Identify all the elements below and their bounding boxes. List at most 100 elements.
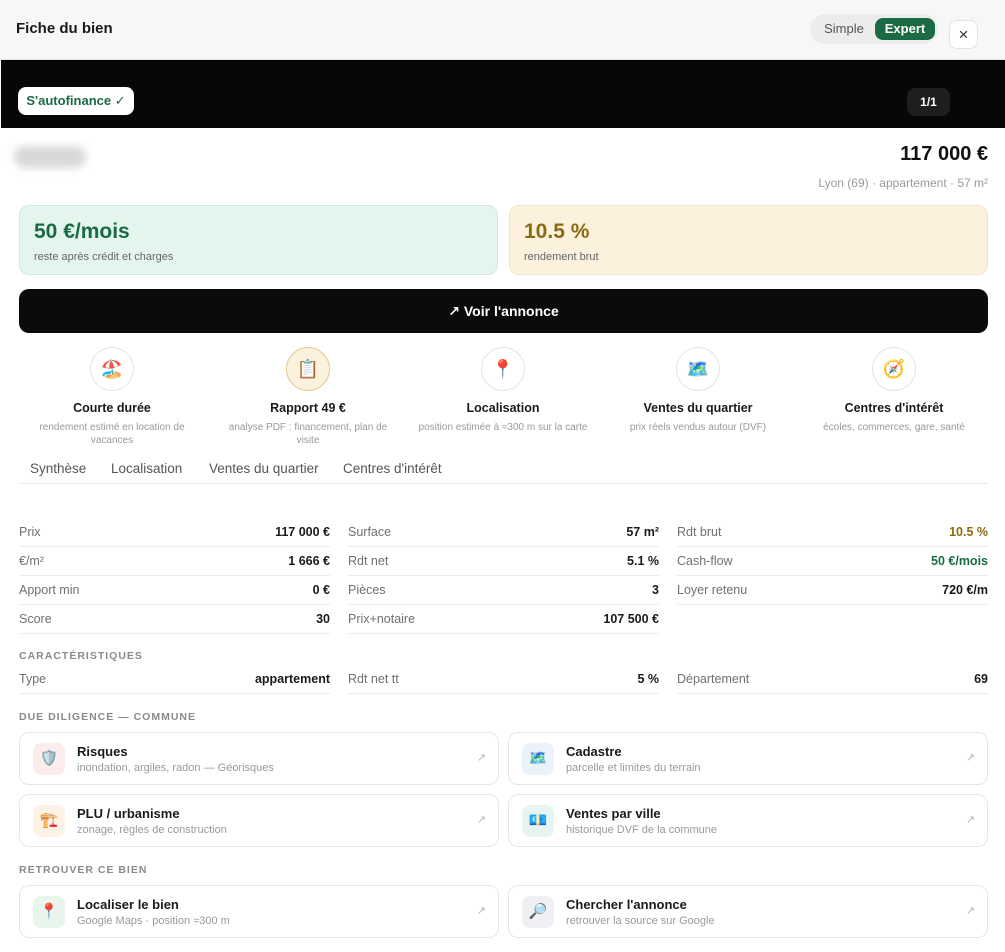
compass-icon: 🧭 xyxy=(872,347,916,391)
external-link-icon: ↗ xyxy=(965,905,975,917)
feature-desc: écoles, commerces, gare, santé xyxy=(823,422,965,433)
metric-key: Rdt net tt xyxy=(348,672,399,686)
metric-key: Type xyxy=(19,672,47,686)
metric-key: Prix+notaire xyxy=(348,612,416,626)
metric-value: 117 000 € xyxy=(275,525,330,539)
card-desc: inondation, argiles, radon — Géorisques xyxy=(77,762,274,774)
cashflow-value: 50 €/mois xyxy=(34,220,130,243)
map-icon: 🗺️ xyxy=(676,347,720,391)
metric-key: Apport min xyxy=(19,583,80,597)
metric-value: 1 666 € xyxy=(288,554,330,568)
metric-value: 0 € xyxy=(312,583,330,597)
shield-icon: 🛡️ xyxy=(33,743,65,775)
feature-rapport[interactable]: 📋 Rapport 49 € analyse PDF : financement… xyxy=(213,347,403,447)
card-desc: Google Maps · position ≈300 m xyxy=(77,915,230,927)
feature-localisation[interactable]: 📍 Localisation position estimée à ≈300 m… xyxy=(408,347,598,434)
pin-icon: 📍 xyxy=(481,347,525,391)
metric-value: 69 xyxy=(974,672,988,686)
card-title: Risques xyxy=(77,744,128,759)
metric-value: 5.1 % xyxy=(627,554,659,568)
metric-value: 30 xyxy=(316,612,330,626)
plu-card[interactable]: 🏗️ PLU / urbanisme zonage, règles de con… xyxy=(19,794,499,847)
autofinance-badge: S'autofinance ✓ xyxy=(18,87,134,115)
view-listing-button[interactable]: ↗ Voir l'annonce xyxy=(19,289,988,333)
metric-value: appartement xyxy=(254,672,330,686)
metric-row: €/m² 1 666 € xyxy=(19,548,330,576)
metric-row: Score 30 xyxy=(19,606,330,634)
close-icon[interactable]: × xyxy=(949,20,978,49)
metric-key: Surface xyxy=(348,525,392,539)
feature-title: Localisation xyxy=(466,401,540,415)
blurred-title xyxy=(14,146,86,168)
metric-key: Score xyxy=(19,612,52,626)
feature-desc: analyse PDF : financement, plan de visit… xyxy=(228,422,388,446)
cashflow-label: reste après crédit et charges xyxy=(34,251,174,263)
caracteristiques-heading: CARACTÉRISTIQUES xyxy=(19,650,143,662)
metric-value: 57 m² xyxy=(626,525,659,539)
tab-synthese[interactable]: Synthèse xyxy=(30,461,86,476)
metric-value: 10.5 % xyxy=(949,525,988,539)
cadastre-card[interactable]: 🗺️ Cadastre parcelle et limites du terra… xyxy=(508,732,988,785)
mode-expert-button[interactable]: Expert xyxy=(875,18,935,40)
card-title: Localiser le bien xyxy=(77,897,179,912)
card-title: Ventes par ville xyxy=(566,806,661,821)
mode-simple-button[interactable]: Simple xyxy=(814,18,874,40)
modal-title: Fiche du bien xyxy=(16,20,113,37)
metric-row: Cash-flow 50 €/mois xyxy=(677,548,988,576)
clipboard-icon: 📋 xyxy=(286,347,330,391)
metric-row: Prix+notaire 107 500 € xyxy=(348,606,659,634)
yield-card: 10.5 % rendement brut xyxy=(509,205,988,275)
metric-row: Type appartement xyxy=(19,666,330,694)
feature-courte-duree[interactable]: 🏖️ Courte durée rendement estimé en loca… xyxy=(17,347,207,447)
ventes-ville-card[interactable]: 💶 Ventes par ville historique DVF de la … xyxy=(508,794,988,847)
property-subline: Lyon (69) · appartement · 57 m² xyxy=(818,176,988,190)
modal-header: Fiche du bien Simple Expert × xyxy=(0,0,1005,60)
feature-title: Centres d'intérêt xyxy=(844,401,944,415)
tab-localisation[interactable]: Localisation xyxy=(111,461,182,476)
metric-row: Apport min 0 € xyxy=(19,577,330,605)
card-desc: parcelle et limites du terrain xyxy=(566,762,701,774)
risques-card[interactable]: 🛡️ Risques inondation, argiles, radon — … xyxy=(19,732,499,785)
localiser-card[interactable]: 📍 Localiser le bien Google Maps · positi… xyxy=(19,885,499,938)
property-price: 117 000 € xyxy=(900,143,988,165)
metric-row: Pièces 3 xyxy=(348,577,659,605)
feature-desc: prix réels vendus autour (DVF) xyxy=(629,422,767,433)
metric-row: Département 69 xyxy=(677,666,988,694)
card-desc: historique DVF de la commune xyxy=(566,824,718,836)
tab-centres-interet[interactable]: Centres d'intérêt xyxy=(343,461,442,476)
retrouver-heading: RETROUVER CE BIEN xyxy=(19,864,148,876)
metric-key: €/m² xyxy=(19,554,44,568)
metric-key: Rdt net xyxy=(348,554,389,568)
metric-value: 107 500 € xyxy=(603,612,659,626)
due-diligence-heading: DUE DILIGENCE — COMMUNE xyxy=(19,711,197,723)
card-title: Cadastre xyxy=(566,744,622,759)
feature-title: Courte durée xyxy=(73,401,151,415)
feature-title: Rapport 49 € xyxy=(270,401,346,415)
banknote-icon: 💶 xyxy=(522,805,554,837)
external-link-icon: ↗ xyxy=(965,814,975,826)
mode-toggle: Simple Expert xyxy=(810,14,938,44)
external-link-icon: ↗ xyxy=(476,814,486,826)
metric-row: Prix 117 000 € xyxy=(19,519,330,547)
feature-ventes-quartier[interactable]: 🗺️ Ventes du quartier prix réels vendus … xyxy=(603,347,793,434)
external-link-icon: ↗ xyxy=(476,752,486,764)
metric-key: Rdt brut xyxy=(677,525,722,539)
card-desc: retrouver la source sur Google xyxy=(566,915,715,927)
feature-title: Ventes du quartier xyxy=(643,401,753,415)
feature-centres-interet[interactable]: 🧭 Centres d'intérêt écoles, commerces, g… xyxy=(799,347,989,434)
feature-desc: rendement estimé en location de vacances xyxy=(39,422,185,446)
metric-key: Loyer retenu xyxy=(677,583,748,597)
metric-row: Loyer retenu 720 €/m xyxy=(677,577,988,605)
external-link-icon: ↗ xyxy=(476,905,486,917)
metric-key: Cash-flow xyxy=(677,554,733,568)
metric-key: Département xyxy=(677,672,750,686)
construction-icon: 🏗️ xyxy=(33,805,65,837)
tab-ventes-quartier[interactable]: Ventes du quartier xyxy=(209,461,319,476)
metric-value: 5 % xyxy=(637,672,659,686)
map-icon: 🗺️ xyxy=(522,743,554,775)
cashflow-card: 50 €/mois reste après crédit et charges xyxy=(19,205,498,275)
metric-value: 3 xyxy=(652,583,659,597)
chercher-annonce-card[interactable]: 🔎 Chercher l'annonce retrouver la source… xyxy=(508,885,988,938)
card-title: Chercher l'annonce xyxy=(566,897,687,912)
photo-counter: 1/1 xyxy=(907,88,950,116)
